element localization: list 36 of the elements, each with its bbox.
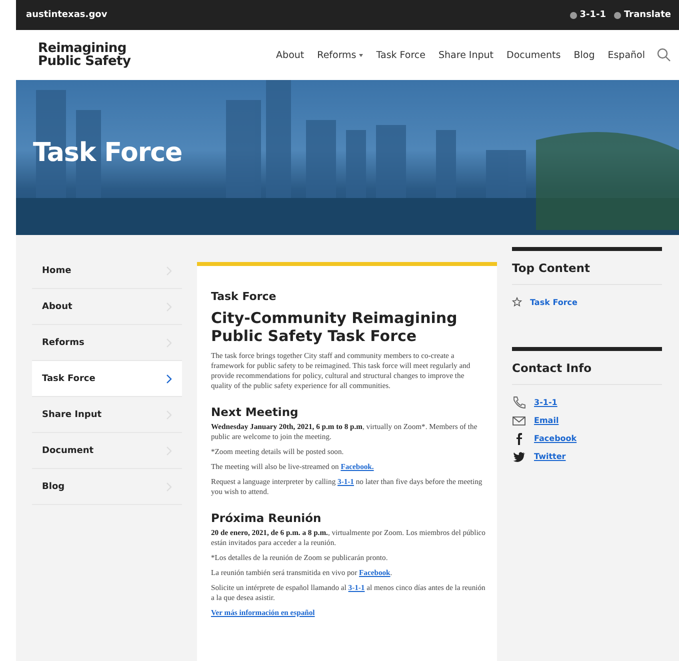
- nav-link[interactable]: Blog: [574, 50, 595, 60]
- panel-heading: Top Content: [512, 251, 662, 285]
- site-link[interactable]: austintexas.gov: [26, 10, 108, 20]
- contact-link[interactable]: Facebook: [534, 434, 577, 442]
- nav-link[interactable]: Task Force: [376, 50, 426, 60]
- contact-link[interactable]: Email: [534, 416, 559, 424]
- email-icon: [512, 414, 526, 426]
- contact-link[interactable]: Twitter: [534, 452, 566, 460]
- star-icon: [512, 297, 522, 307]
- caret-icon: [359, 54, 364, 56]
- page-title: Task Force: [33, 138, 182, 168]
- contact-link[interactable]: 3-1-1: [534, 398, 558, 406]
- sidebar-item[interactable]: Home: [32, 253, 182, 289]
- panel-heading: Contact Info: [512, 351, 662, 385]
- chevron-right-icon: [166, 374, 172, 384]
- site-logo[interactable]: Reimagining Public Safety: [38, 42, 158, 68]
- section-heading: Next Meeting: [211, 405, 300, 419]
- twitter-icon: [512, 450, 526, 462]
- nav-link[interactable]: Documents: [506, 50, 561, 60]
- nav-link[interactable]: Share Input: [438, 50, 494, 60]
- search-icon[interactable]: [657, 48, 671, 62]
- nav-link[interactable]: About: [276, 50, 304, 60]
- sidebar-item[interactable]: Document: [32, 433, 182, 469]
- phone-icon: [512, 396, 526, 408]
- section-heading: Próxima Reunión: [211, 511, 322, 525]
- nav-link[interactable]: Reforms: [317, 50, 364, 60]
- section-label: Task Force: [211, 290, 278, 303]
- sidebar-item[interactable]: Task Force: [32, 361, 182, 397]
- top-link[interactable]: Translate: [614, 10, 671, 20]
- article-title: City-Community Reimagining Public Safety Task Force: [211, 309, 458, 345]
- sidebar-item[interactable]: Share Input: [32, 397, 182, 433]
- sidebar-item[interactable]: Blog: [32, 469, 182, 505]
- content-link[interactable]: Task Force: [530, 298, 578, 306]
- top-link[interactable]: 3-1-1: [570, 10, 606, 20]
- nav-link[interactable]: Español: [608, 50, 645, 60]
- sidebar-item[interactable]: About: [32, 289, 182, 325]
